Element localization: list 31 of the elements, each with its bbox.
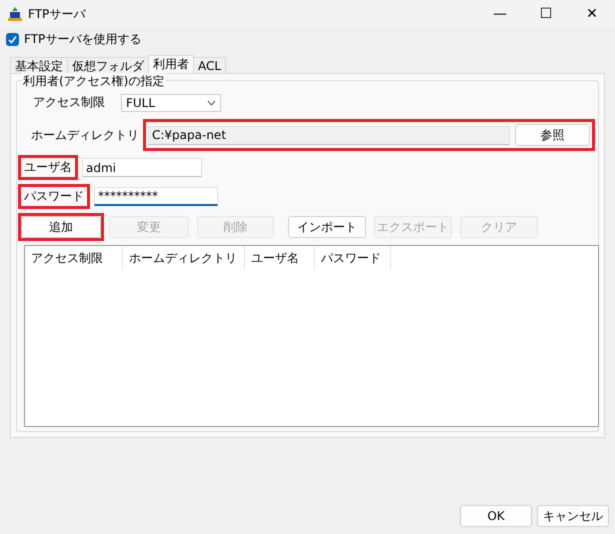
- maximize-button[interactable]: ☐: [523, 0, 569, 28]
- minimize-button[interactable]: —: [477, 0, 523, 28]
- password-field[interactable]: **********: [94, 187, 218, 206]
- field-label: アクセス制限: [32, 94, 106, 111]
- field-label: ユーザ名: [18, 155, 78, 180]
- close-button[interactable]: ✕: [569, 0, 615, 28]
- ok-button[interactable]: OK: [460, 505, 532, 527]
- column-header[interactable]: パスワード: [315, 246, 391, 270]
- group-title: 利用者(アクセス権)の指定: [21, 73, 166, 90]
- tab[interactable]: 利用者: [148, 55, 194, 73]
- column-header[interactable]: アクセス制限: [25, 246, 123, 270]
- tab[interactable]: 仮想フォルダ: [67, 57, 149, 73]
- app-icon: [8, 6, 22, 22]
- access-dropdown[interactable]: FULL: [121, 94, 221, 112]
- window-title: FTPサーバ: [28, 6, 87, 22]
- field-label: ホームディレクトリ: [30, 126, 140, 144]
- chevron-icon: [207, 100, 216, 106]
- username-field[interactable]: admi: [82, 158, 202, 177]
- checkbox[interactable]: [6, 32, 19, 46]
- field-label: パスワード: [18, 184, 90, 209]
- action-button[interactable]: インポート: [288, 216, 366, 238]
- tab[interactable]: 基本設定: [10, 57, 68, 73]
- tab[interactable]: ACL: [193, 57, 226, 73]
- column-header[interactable]: ホームディレクトリ: [123, 246, 245, 270]
- browse-button[interactable]: 参照: [515, 124, 590, 146]
- action-button[interactable]: 追加: [21, 216, 101, 238]
- checkbox-label: FTPサーバを使用する: [24, 30, 142, 48]
- home-directory-field[interactable]: C:¥papa-net: [148, 126, 510, 144]
- column-header[interactable]: ユーザ名: [245, 246, 315, 270]
- user-list[interactable]: アクセス制限 ホームディレクトリ ユーザ名 パスワード: [24, 245, 599, 427]
- cancel-button[interactable]: キャンセル: [537, 505, 609, 527]
